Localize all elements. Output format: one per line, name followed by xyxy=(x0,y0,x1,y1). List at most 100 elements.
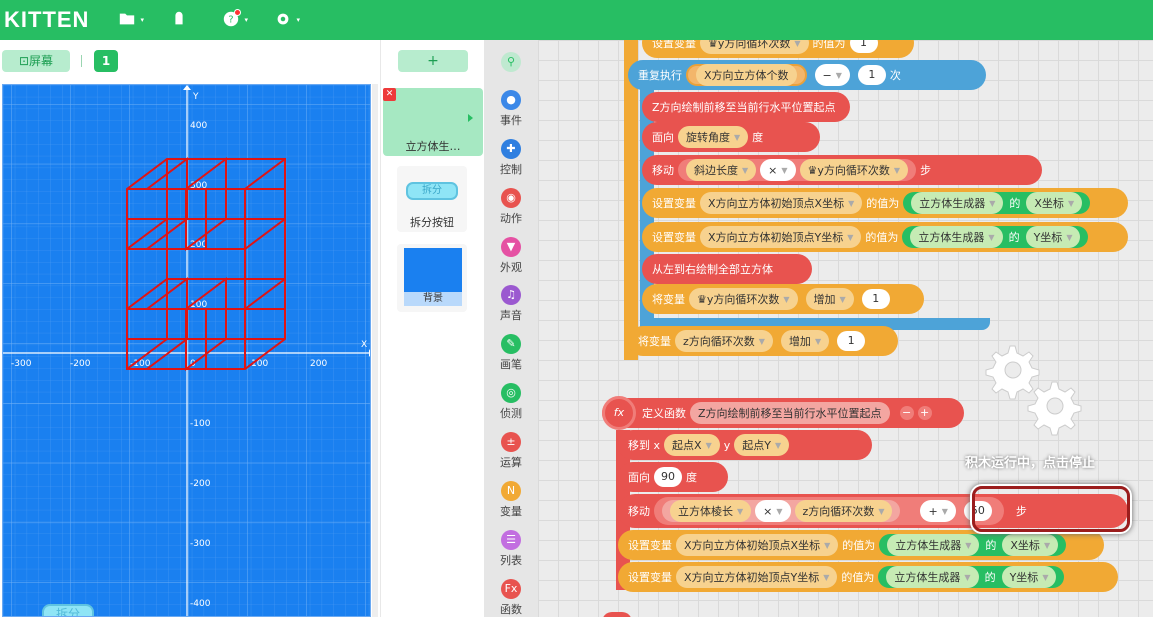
code-block[interactable]: 设置变量 X方向立方体初始顶点X坐标 ▼ 的值为 立方体生成器 ▼ 的 X坐标 ▼ xyxy=(642,188,1128,218)
top-bar: KITTEN ▾ ? ▾ ▾ xyxy=(0,0,1153,40)
sprite-card-cube-generator[interactable]: ✕ 立方体生… xyxy=(383,88,483,156)
code-block[interactable]: 设置变量 X方向立方体初始顶点X坐标 ▼ 的值为 立方体生成器 ▼ 的 X坐标 ▼ xyxy=(618,530,1104,560)
stage-panel: ⊡屏幕 1 X Y -300 -200 -100 0 100 200 400 3… xyxy=(0,40,380,617)
function-icon: Fx xyxy=(501,579,521,599)
sprite-card-background[interactable]: 背景 xyxy=(397,244,467,312)
code-block[interactable]: 将变量 z方向循环次数 ▼ 增加 ▼ 1 xyxy=(628,326,898,356)
running-gears-icon[interactable] xyxy=(980,340,1090,440)
settings-menu-icon[interactable]: ▾ xyxy=(274,10,300,30)
divider xyxy=(81,55,82,67)
highlighted-block-outline xyxy=(972,486,1130,532)
event-icon: ● xyxy=(501,90,521,110)
close-icon[interactable]: ✕ xyxy=(383,88,396,101)
next-function-block[interactable] xyxy=(602,612,632,617)
property-slot[interactable]: 立方体生成器 ▼ 的 Y坐标 ▼ xyxy=(878,566,1065,588)
code-block[interactable]: 设置变量 X方向立方体初始顶点Y坐标 ▼ 的值为 立方体生成器 ▼ 的 Y坐标 ▼ xyxy=(642,222,1128,252)
variable-slot[interactable]: ♛ y方向循环次数 ▼ xyxy=(689,288,798,310)
code-block[interactable]: 设置变量 X方向立方体初始顶点Y坐标 ▼ 的值为 立方体生成器 ▼ 的 Y坐标 ▼ xyxy=(618,562,1118,592)
code-block[interactable]: Z方向绘制前移至当前行水平位置起点 xyxy=(642,92,850,122)
category-event[interactable]: ● 事件 xyxy=(484,90,538,128)
category-list[interactable]: ☰ 列表 xyxy=(484,530,538,568)
category-sound[interactable]: ♫ 声音 xyxy=(484,285,538,323)
category-control[interactable]: ✚ 控制 xyxy=(484,139,538,177)
sprite-card-split-button[interactable]: 拆分 拆分按钮 xyxy=(397,166,467,232)
number-input[interactable]: 1 xyxy=(857,65,886,85)
control-icon: ✚ xyxy=(501,139,521,159)
sprite-list-panel: + ✕ 立方体生… 拆分 拆分按钮 背景 xyxy=(380,40,484,617)
x-axis-label: X xyxy=(361,340,367,350)
stage-drawing: X Y -300 -200 -100 0 100 200 400 300 200… xyxy=(3,85,370,616)
category-variable[interactable]: N 变量 xyxy=(484,481,538,519)
category-action[interactable]: ◉ 动作 xyxy=(484,188,538,226)
category-operator[interactable]: ± 运算 xyxy=(484,432,538,470)
number-input[interactable]: 90 xyxy=(654,467,682,487)
play-icon xyxy=(468,114,473,122)
pen-icon: ✎ xyxy=(501,334,521,354)
mode-dropdown[interactable]: 增加 ▼ xyxy=(780,330,830,352)
variable-slot[interactable]: X方向立方体初始顶点X坐标 ▼ xyxy=(700,192,863,214)
code-block[interactable]: 设置变量 ♛ y方向循环次数 ▼ 的值为 1 xyxy=(642,40,914,58)
backpack-icon[interactable] xyxy=(170,10,196,30)
code-block[interactable]: 重复执行 X方向立方体个数 − ▼ 1 次 xyxy=(628,60,986,90)
number-input[interactable]: 1 xyxy=(849,40,878,53)
function-icon: fx xyxy=(602,396,636,430)
property-slot[interactable]: 立方体生成器 ▼ 的 X坐标 ▼ xyxy=(879,534,1067,556)
variable-slot[interactable]: 起点Y ▼ xyxy=(734,434,790,456)
category-search[interactable]: ⚲ xyxy=(484,52,538,74)
variable-slot[interactable]: 起点X ▼ xyxy=(664,434,720,456)
code-block[interactable]: 移到 x 起点X ▼ y 起点Y ▼ xyxy=(618,430,872,460)
sense-icon: ◎ xyxy=(501,383,521,403)
stage-scrollbar[interactable] xyxy=(372,84,378,617)
category-sense[interactable]: ◎ 侦测 xyxy=(484,383,538,421)
sound-icon: ♫ xyxy=(501,285,521,305)
add-sprite-button[interactable]: + xyxy=(398,50,468,72)
sprite-label: 拆分按钮 xyxy=(410,216,454,229)
expression-slot[interactable]: 斜边长度 ▼ × ▼ ♛ y方向循环次数 ▼ xyxy=(678,159,917,181)
sprite-label: 背景 xyxy=(404,292,462,306)
operator-dropdown[interactable]: − ▼ xyxy=(814,64,850,86)
sprite-thumbnail: 拆分 xyxy=(406,182,458,200)
category-function[interactable]: Fx 函数 xyxy=(484,579,538,617)
variable-slot[interactable]: X方向立方体初始顶点Y坐标 ▼ xyxy=(676,566,838,588)
y-tick: -400 xyxy=(190,599,211,609)
function-name[interactable]: Z方向绘制前移至当前行水平位置起点 xyxy=(690,402,890,424)
category-pen[interactable]: ✎ 画笔 xyxy=(484,334,538,372)
expression-slot[interactable]: 立方体棱长 ▼ × ▼ z方向循环次数 ▼ + ▼ 50 xyxy=(654,497,1004,525)
number-input[interactable]: 1 xyxy=(861,289,890,309)
variable-slot[interactable]: X方向立方体个数 xyxy=(686,64,807,86)
stage-canvas[interactable]: X Y -300 -200 -100 0 100 200 400 300 200… xyxy=(2,84,371,617)
function-definition-block[interactable]: fx 定义函数 Z方向绘制前移至当前行水平位置起点 − + xyxy=(602,396,964,430)
variable-slot[interactable]: z方向循环次数 ▼ xyxy=(675,330,773,352)
minus-icon[interactable]: − xyxy=(899,406,914,420)
code-block[interactable]: 从左到右绘制全部立方体 xyxy=(642,254,812,284)
folder-menu-icon[interactable]: ▾ xyxy=(118,10,144,30)
operator-icon: ± xyxy=(501,432,521,452)
property-slot[interactable]: 立方体生成器 ▼ 的 X坐标 ▼ xyxy=(903,192,1091,214)
appearance-icon: ▼ xyxy=(501,237,521,257)
variable-slot[interactable]: 旋转角度 ▼ xyxy=(678,126,749,148)
category-appearance[interactable]: ▼ 外观 xyxy=(484,237,538,275)
y-tick: -100 xyxy=(190,419,211,429)
code-block[interactable]: 移动 斜边长度 ▼ × ▼ ♛ y方向循环次数 ▼ 步 xyxy=(642,155,1042,185)
property-slot[interactable]: 立方体生成器 ▼ 的 Y坐标 ▼ xyxy=(902,226,1089,248)
app-logo: KITTEN xyxy=(4,7,90,32)
code-block[interactable]: 面向 90 度 xyxy=(618,462,728,492)
screen-toggle-button[interactable]: ⊡屏幕 xyxy=(2,50,70,72)
split-button-sprite[interactable]: 拆分 xyxy=(42,604,94,616)
variable-slot[interactable]: X方向立方体初始顶点X坐标 ▼ xyxy=(676,534,839,556)
x-tick: 100 xyxy=(251,359,268,369)
variable-icon: N xyxy=(501,481,521,501)
mode-dropdown[interactable]: 增加 ▼ xyxy=(805,288,854,310)
y-tick: 400 xyxy=(190,121,207,131)
plus-icon[interactable]: + xyxy=(917,406,932,420)
number-input[interactable]: 1 xyxy=(837,331,866,351)
code-block[interactable]: 面向 旋转角度 ▼ 度 xyxy=(642,122,820,152)
help-menu-icon[interactable]: ? ▾ xyxy=(222,9,248,30)
variable-slot[interactable]: ♛ y方向循环次数 ▼ xyxy=(700,40,809,54)
running-message[interactable]: 积木运行中，点击停止 xyxy=(965,452,1095,471)
list-icon: ☰ xyxy=(501,530,521,550)
variable-slot[interactable]: X方向立方体初始顶点Y坐标 ▼ xyxy=(700,226,862,248)
action-icon: ◉ xyxy=(501,188,521,208)
scene-number[interactable]: 1 xyxy=(94,50,118,72)
code-block[interactable]: 将变量 ♛ y方向循环次数 ▼ 增加 ▼ 1 xyxy=(642,284,924,314)
